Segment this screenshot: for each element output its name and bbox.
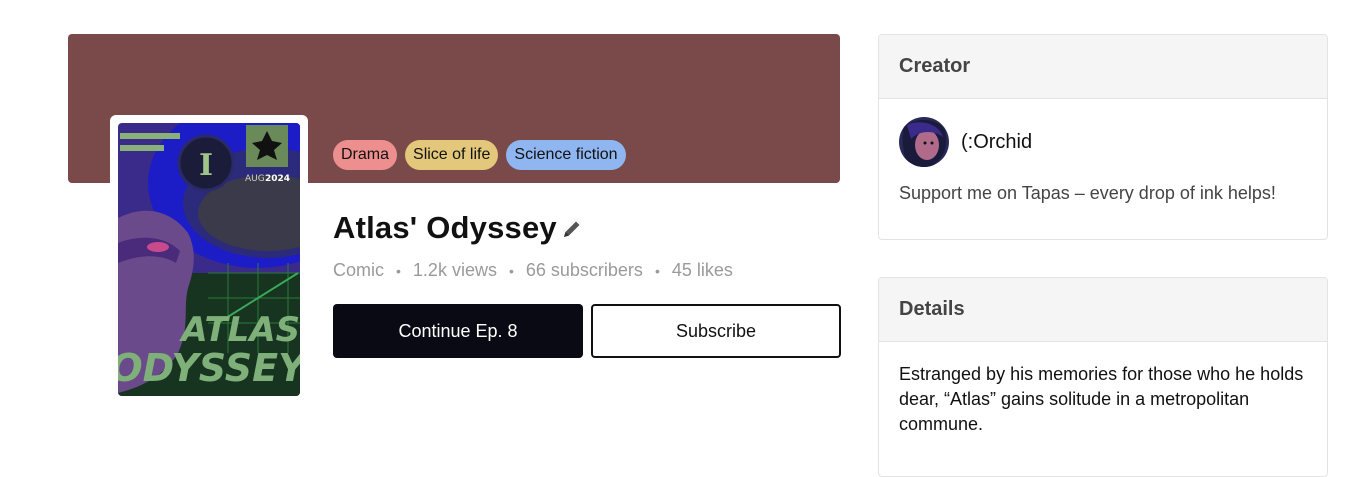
- separator-dot: •: [654, 262, 660, 279]
- creator-message: Support me on Tapas – every drop of ink …: [899, 183, 1276, 203]
- creator-card-heading: Creator: [879, 35, 1327, 99]
- tag-science-fiction[interactable]: Science fiction: [506, 140, 626, 170]
- stat-subscribers: 66 subscribers: [525, 260, 643, 280]
- creator-name[interactable]: (:Orchid: [961, 131, 1032, 154]
- cover-issue-number: I: [199, 148, 213, 183]
- cover-image[interactable]: I AUG 2024 ATLAS' ODYSSEY: [118, 123, 300, 396]
- stat-type: Comic: [333, 260, 385, 280]
- pencil-icon[interactable]: [561, 218, 583, 240]
- stat-likes: 45 likes: [671, 260, 733, 280]
- separator-dot: •: [396, 262, 401, 279]
- details-card: Details Estranged by his memories for th…: [878, 277, 1328, 477]
- cover-date-year: 2024: [265, 174, 290, 184]
- separator-dot: •: [508, 262, 514, 279]
- genre-tags: Drama Slice of life Science fiction: [333, 140, 626, 170]
- series-stats: Comic • 1.2k views • 66 subscribers • 45…: [333, 260, 733, 281]
- subscribe-button[interactable]: Subscribe: [591, 304, 841, 358]
- cover-title-line2: ODYSSEY: [118, 346, 300, 390]
- title-row: Atlas' Odyssey: [333, 210, 583, 246]
- avatar[interactable]: [899, 117, 949, 167]
- series-title: Atlas' Odyssey: [333, 210, 557, 245]
- creator-card: Creator (:Orchid Support me on Tapas – e…: [878, 34, 1328, 240]
- cover-title-line1: ATLAS': [178, 310, 300, 350]
- stat-views: 1.2k views: [412, 260, 497, 280]
- tag-drama[interactable]: Drama: [333, 140, 398, 170]
- series-description: Estranged by his memories for those who …: [899, 364, 1304, 434]
- tag-slice-of-life[interactable]: Slice of life: [405, 140, 499, 170]
- details-card-heading: Details: [879, 278, 1327, 342]
- cover-date-prefix: AUG: [245, 174, 265, 184]
- creator-profile[interactable]: (:Orchid: [899, 117, 1032, 167]
- continue-button[interactable]: Continue Ep. 8: [333, 304, 583, 358]
